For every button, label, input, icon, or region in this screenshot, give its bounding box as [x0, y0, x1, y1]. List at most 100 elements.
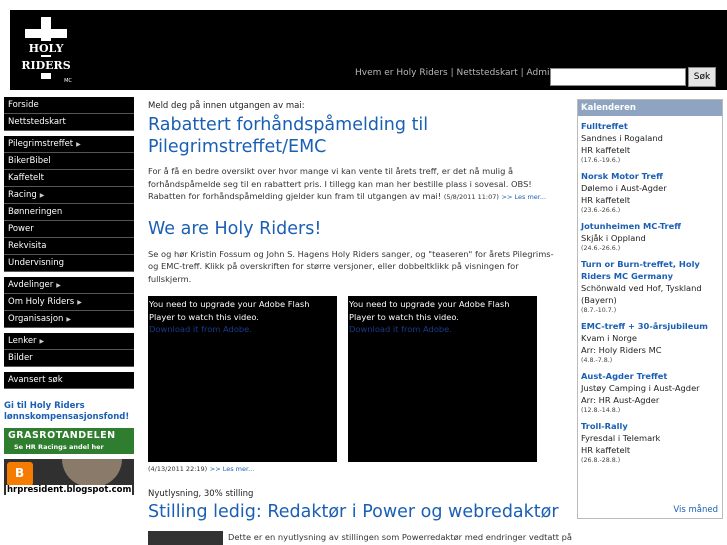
article1-title[interactable]: Rabattert forhåndspåmelding til Pilegrim… — [148, 114, 563, 158]
calendar-event: Norsk Motor Treff Dølemo i Aust-Agder HR k… — [578, 170, 722, 216]
event-name[interactable]: Troll-Rally — [581, 420, 719, 432]
sidebar-item-bikerbibel[interactable]: BikerBibel — [4, 153, 134, 170]
event-name[interactable]: Norsk Motor Treff — [581, 170, 719, 182]
article3-body: Dette er en nyutlysning av stillingen so… — [228, 532, 572, 542]
article1-body: For å få en bedre oversikt over hvor man… — [148, 165, 563, 204]
article2-read-more[interactable]: >> Les mer... — [210, 465, 255, 473]
event-detail: Arr: Holy Riders MC — [581, 345, 662, 355]
sidebar-item-rekvisita[interactable]: Rekvisita — [4, 238, 134, 255]
event-date: (23.6.-26.6.) — [581, 207, 621, 214]
article2-title[interactable]: We are Holy Riders! — [148, 218, 563, 240]
event-detail: HR kaffetelt — [581, 445, 631, 455]
sidebar-item-label: Avansert søk — [8, 375, 63, 385]
sidebar-item-bønneringen[interactable]: Bønneringen — [4, 204, 134, 221]
site-header: HOLY RIDERS MC Hvem er Holy Riders | Net… — [10, 10, 727, 90]
event-detail: Skjåk i Oppland — [581, 233, 646, 243]
video-player[interactable]: You need to upgrade your Adobe Flash Pla… — [148, 296, 337, 462]
sidebar-item-power[interactable]: Power — [4, 221, 134, 238]
menu-group: Avdelinger ▶ Om Holy Riders ▶ Organisasjon ▶ — [4, 277, 134, 328]
portrait-image — [62, 459, 122, 487]
logo-line1: HOLY — [29, 42, 64, 55]
grasrot-title: GRASROTANDELEN — [8, 430, 116, 441]
event-name[interactable]: Fulltreffet — [581, 120, 719, 132]
event-detail: Justøy Camping i Aust-Agder — [581, 383, 700, 393]
sidebar-item-om-holy-riders[interactable]: Om Holy Riders ▶ — [4, 294, 134, 311]
calendar-event: Turn or Burn-treffet, Holy Riders MC Ger… — [578, 258, 722, 316]
calendar-show-month[interactable]: Vis måned — [673, 505, 718, 515]
sidebar-item-label: Avdelinger — [8, 280, 54, 290]
calendar-title: Kalenderen — [578, 100, 722, 116]
main-content: Meld deg på innen utgangen av mai: Rabat… — [148, 97, 572, 545]
menu-group: Pilegrimstreffet ▶ BikerBibel Kaffetelt Raci… — [4, 136, 134, 272]
sidebar-item-racing[interactable]: Racing ▶ — [4, 187, 134, 204]
search-input[interactable] — [550, 68, 686, 86]
event-detail: Schönwald ved Hof, Tyskland (Bayern) — [581, 283, 702, 305]
event-name[interactable]: Turn or Burn-treffet, Holy Riders MC Ger… — [581, 258, 719, 282]
event-name[interactable]: EMC-treff + 30-årsjubileum — [581, 320, 719, 332]
event-date: (4.8.-7.8.) — [581, 357, 613, 364]
event-name[interactable]: Jotunheimen MC-Treff — [581, 220, 719, 232]
submenu-arrow-icon: ▶ — [56, 282, 61, 289]
calendar-event: Aust-Agder Treffet Justøy Camping i Aust-… — [578, 370, 722, 416]
article2-date: (4/13/2011 22:19) — [148, 465, 208, 473]
sidebar-item-avansert-søk[interactable]: Avansert søk — [4, 372, 134, 389]
flash-download-link[interactable]: Download it from Adobe. — [149, 324, 252, 334]
search-button[interactable]: Søk — [688, 67, 716, 87]
event-detail: Arr: HR Aust-Agder — [581, 395, 660, 405]
sidebar-nav: Forside Nettstedskart Pilegrimstreffet ▶ Bik… — [4, 97, 134, 495]
article2-body: Se og hør Kristin Fossum og John S. Hage… — [148, 248, 554, 284]
link-nettstedskart[interactable]: Nettstedskart — [456, 68, 517, 78]
menu-group: Lenker ▶ Bilder — [4, 333, 134, 367]
sidebar-item-bilder[interactable]: Bilder — [4, 350, 134, 367]
video-row: You need to upgrade your Adobe Flash Pla… — [148, 296, 563, 462]
article1-date: (5/8/2011 11:07) — [443, 193, 499, 201]
link-separator: | — [517, 68, 527, 78]
logo-line2: RIDERS — [21, 59, 70, 72]
event-name[interactable]: Aust-Agder Treffet — [581, 370, 719, 382]
calendar-event: EMC-treff + 30-årsjubileum Kvam i Norge Ar… — [578, 320, 722, 366]
sidebar-item-kaffetelt[interactable]: Kaffetelt — [4, 170, 134, 187]
article3-thumbnail[interactable] — [148, 531, 223, 545]
article1-read-more[interactable]: >> Les mer... — [502, 193, 547, 201]
sidebar-item-label: Organisasjon — [8, 314, 64, 324]
event-detail: HR kaffetelt — [581, 145, 631, 155]
sidebar-item-organisasjon[interactable]: Organisasjon ▶ — [4, 311, 134, 328]
submenu-arrow-icon: ▶ — [77, 299, 82, 306]
sidebar-item-label: Om Holy Riders — [8, 297, 75, 307]
menu-container: Forside Nettstedskart Pilegrimstreffet ▶ Bik… — [4, 97, 134, 389]
sidebar-item-forside[interactable]: Forside — [4, 97, 134, 114]
submenu-arrow-icon: ▶ — [76, 141, 81, 148]
sidebar-item-lenker[interactable]: Lenker ▶ — [4, 333, 134, 350]
sidebar-item-undervisning[interactable]: Undervisning — [4, 255, 134, 272]
link-hvem-er[interactable]: Hvem er Holy Riders — [355, 68, 448, 78]
blogger-icon: B — [7, 462, 33, 486]
event-date: (24.6.-26.6.) — [581, 245, 621, 252]
event-detail: Kvam i Norge — [581, 333, 638, 343]
sidebar-item-label: Pilegrimstreffet — [8, 139, 74, 149]
video-player[interactable]: You need to upgrade your Adobe Flash Pla… — [348, 296, 537, 462]
menu-group: Avansert søk — [4, 372, 134, 389]
calendar-event: Jotunheimen MC-Treff Skjåk i Oppland (24.6… — [578, 220, 722, 254]
sidebar-item-nettstedskart[interactable]: Nettstedskart — [4, 114, 134, 131]
article3-title[interactable]: Stilling ledig: Redaktør i Power og webr… — [148, 501, 563, 523]
submenu-arrow-icon: ▶ — [66, 316, 72, 323]
logo-badge: MC — [64, 78, 72, 84]
sidebar-item-pilegrimstreffet[interactable]: Pilegrimstreffet ▶ — [4, 136, 134, 153]
submenu-arrow-icon: ▶ — [39, 192, 45, 199]
promo-link[interactable]: Gi til Holy Riders lønnskompensasjonsfon… — [4, 401, 134, 423]
event-date: (26.8.-28.8.) — [581, 457, 621, 464]
event-detail: Fyresdal i Telemark — [581, 433, 661, 443]
grasrot-banner[interactable]: GRASROTANDELEN Se HR Racings andel her — [4, 428, 134, 454]
sidebar-item-label: BikerBibel — [8, 156, 51, 166]
calendar-event: Troll-Rally Fyresdal i Telemark HR kaffete… — [578, 420, 722, 466]
top-links: Hvem er Holy Riders | Nettstedskart | Ad… — [355, 68, 555, 78]
sidebar-item-label: Bilder — [8, 353, 33, 363]
holy-riders-logo[interactable]: HOLY RIDERS MC — [15, 17, 77, 89]
sidebar-item-label: Bønneringen — [8, 207, 63, 217]
flash-download-link[interactable]: Download it from Adobe. — [349, 324, 452, 334]
sidebar-item-label: Lenker — [8, 336, 37, 346]
article1-kicker: Meld deg på innen utgangen av mai: — [148, 101, 305, 111]
blog-banner[interactable]: B hrpresident.blogspot.com — [4, 459, 134, 495]
calendar-event: Fulltreffet Sandnes i Rogaland HR kaffetel… — [578, 120, 722, 166]
sidebar-item-avdelinger[interactable]: Avdelinger ▶ — [4, 277, 134, 294]
